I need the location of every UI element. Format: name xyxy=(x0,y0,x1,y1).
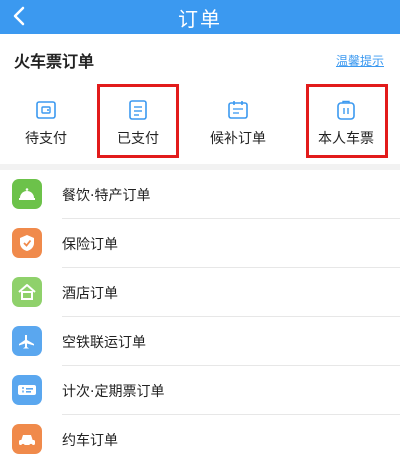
list-item-label: 酒店订单 xyxy=(62,286,118,302)
list-item-air-rail-orders[interactable]: 空铁联运订单 xyxy=(0,317,400,366)
house-icon xyxy=(12,277,42,307)
list-item-label: 保险订单 xyxy=(62,237,118,253)
page-title: 订单 xyxy=(178,7,222,31)
list-item-label: 约车订单 xyxy=(62,433,118,449)
calendar-list-icon xyxy=(228,101,248,119)
shield-icon xyxy=(12,228,42,258)
car-icon xyxy=(12,424,42,454)
highlight-box-paid xyxy=(97,84,179,158)
plane-train-icon xyxy=(12,326,42,356)
ticket-icon xyxy=(12,375,42,405)
other-orders-list: 餐饮·特产订单 保险订单 酒店订单 空铁联运订单 计次·定期票订单 约车订单 xyxy=(0,170,400,464)
list-item-periodic-ticket-orders[interactable]: 计次·定期票订单 xyxy=(0,366,400,415)
list-item-hotel-orders[interactable]: 酒店订单 xyxy=(0,268,400,317)
quick-item-waitlist-orders[interactable]: 候补订单 xyxy=(192,92,284,152)
section-title: 火车票订单 xyxy=(14,52,95,71)
list-item-label: 空铁联运订单 xyxy=(62,335,146,351)
list-item-label: 计次·定期票订单 xyxy=(62,384,165,400)
quick-item-label: 待支付 xyxy=(25,131,67,147)
list-item-insurance-orders[interactable]: 保险订单 xyxy=(0,219,400,268)
list-item-car-hailing-orders[interactable]: 约车订单 xyxy=(0,415,400,464)
wallet-icon xyxy=(36,101,56,119)
cloche-icon xyxy=(12,179,42,209)
highlight-box-my-tickets xyxy=(306,84,388,158)
list-item-label: 餐饮·特产订单 xyxy=(62,188,151,204)
list-item-catering-orders[interactable]: 餐饮·特产订单 xyxy=(0,170,400,219)
quick-item-pending-payment[interactable]: 待支付 xyxy=(0,92,92,152)
top-nav-bar: 订单 xyxy=(0,0,400,34)
train-orders-card: 火车票订单 温馨提示 待支付 已支付 候补订单 本人车票 xyxy=(0,34,400,164)
quick-item-label: 候补订单 xyxy=(210,131,266,147)
tip-link[interactable]: 温馨提示 xyxy=(336,52,384,69)
